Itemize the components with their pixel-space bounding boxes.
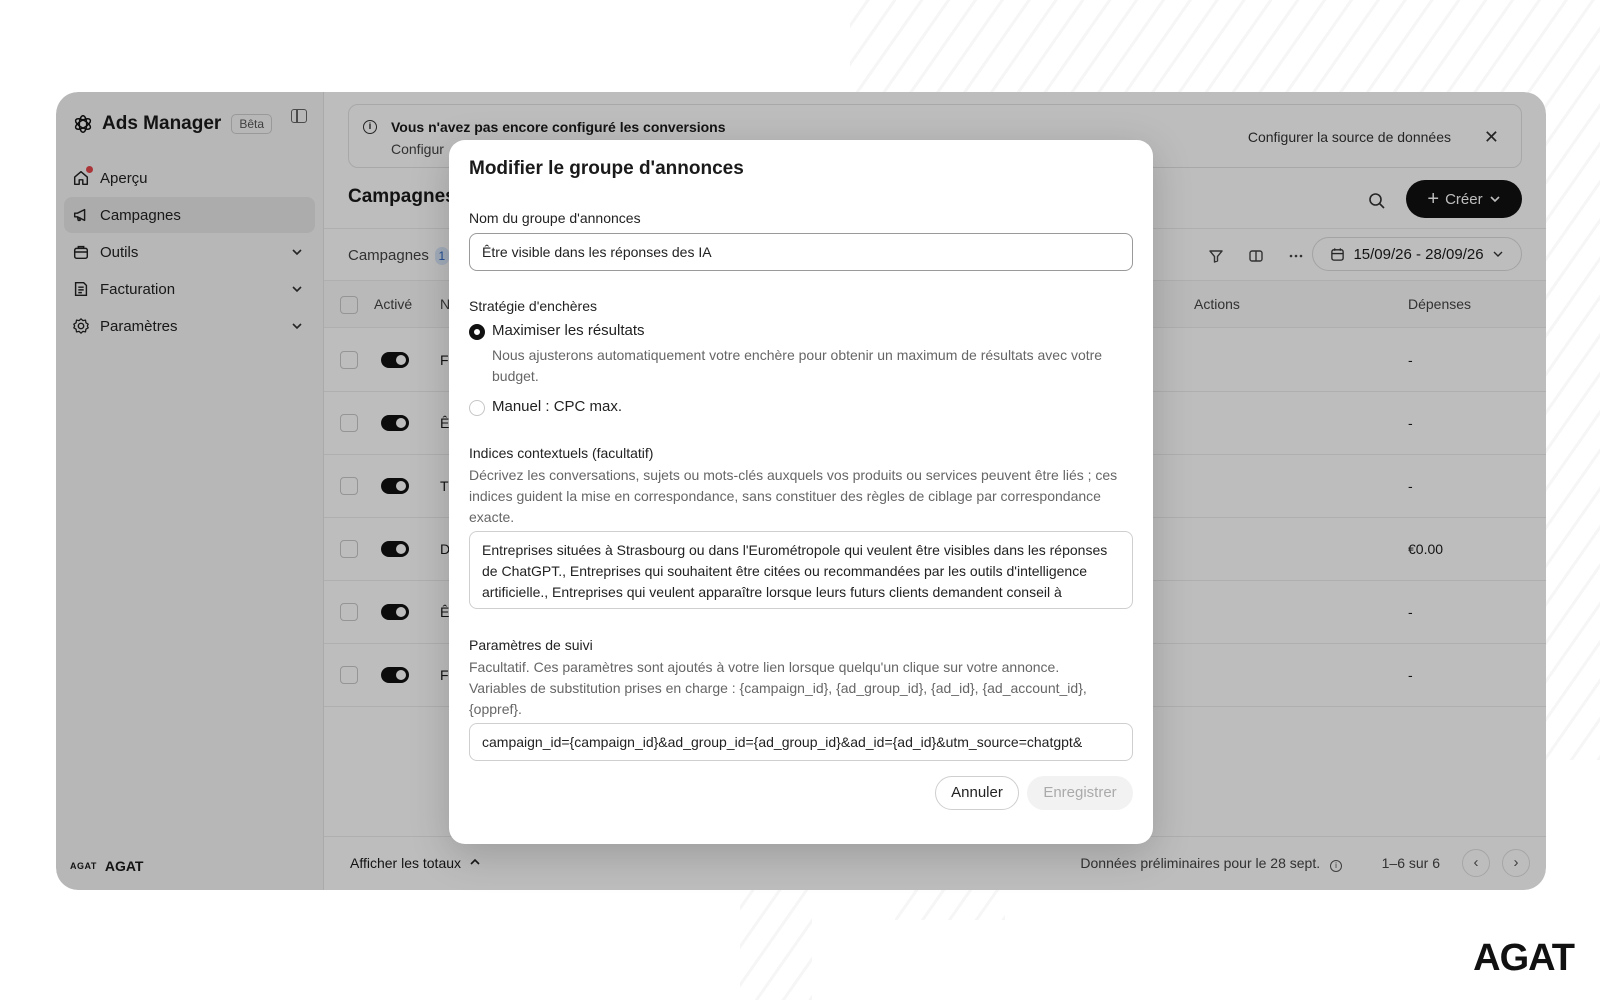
ad-group-name-input[interactable]: Être visible dans les réponses des IA [469,233,1133,271]
radio-manual-cpc[interactable] [469,400,485,416]
tracking-params-input[interactable]: campaign_id={campaign_id}&ad_group_id={a… [469,723,1133,761]
edit-ad-group-dialog: Modifier le groupe d'annonces Nom du gro… [449,140,1153,844]
maximize-results-description: Nous ajusterons automatiquement votre en… [492,347,1103,384]
contextual-hints-textarea[interactable]: Entreprises situées à Strasbourg ou dans… [469,531,1133,609]
cancel-button[interactable]: Annuler [935,776,1019,810]
radio-maximize-results[interactable] [469,324,485,340]
bid-strategy-label: Stratégie d'enchères [469,298,597,314]
maximize-results-label[interactable]: Maximiser les résultats [492,322,645,339]
ad-group-name-label: Nom du groupe d'annonces [469,210,641,226]
manual-cpc-label[interactable]: Manuel : CPC max. [492,398,622,415]
tracking-params-label: Paramètres de suivi [469,637,593,653]
dialog-title: Modifier le groupe d'annonces [469,158,744,179]
tracking-params-help: Facultatif. Ces paramètres sont ajoutés … [469,659,1087,717]
contextual-hints-label: Indices contextuels (facultatif) [469,445,654,461]
background-stripes [740,880,812,1000]
save-button[interactable]: Enregistrer [1027,776,1133,810]
contextual-hints-help: Décrivez les conversations, sujets ou mo… [469,467,1118,525]
agat-watermark-logo: AGAT [1473,937,1575,979]
